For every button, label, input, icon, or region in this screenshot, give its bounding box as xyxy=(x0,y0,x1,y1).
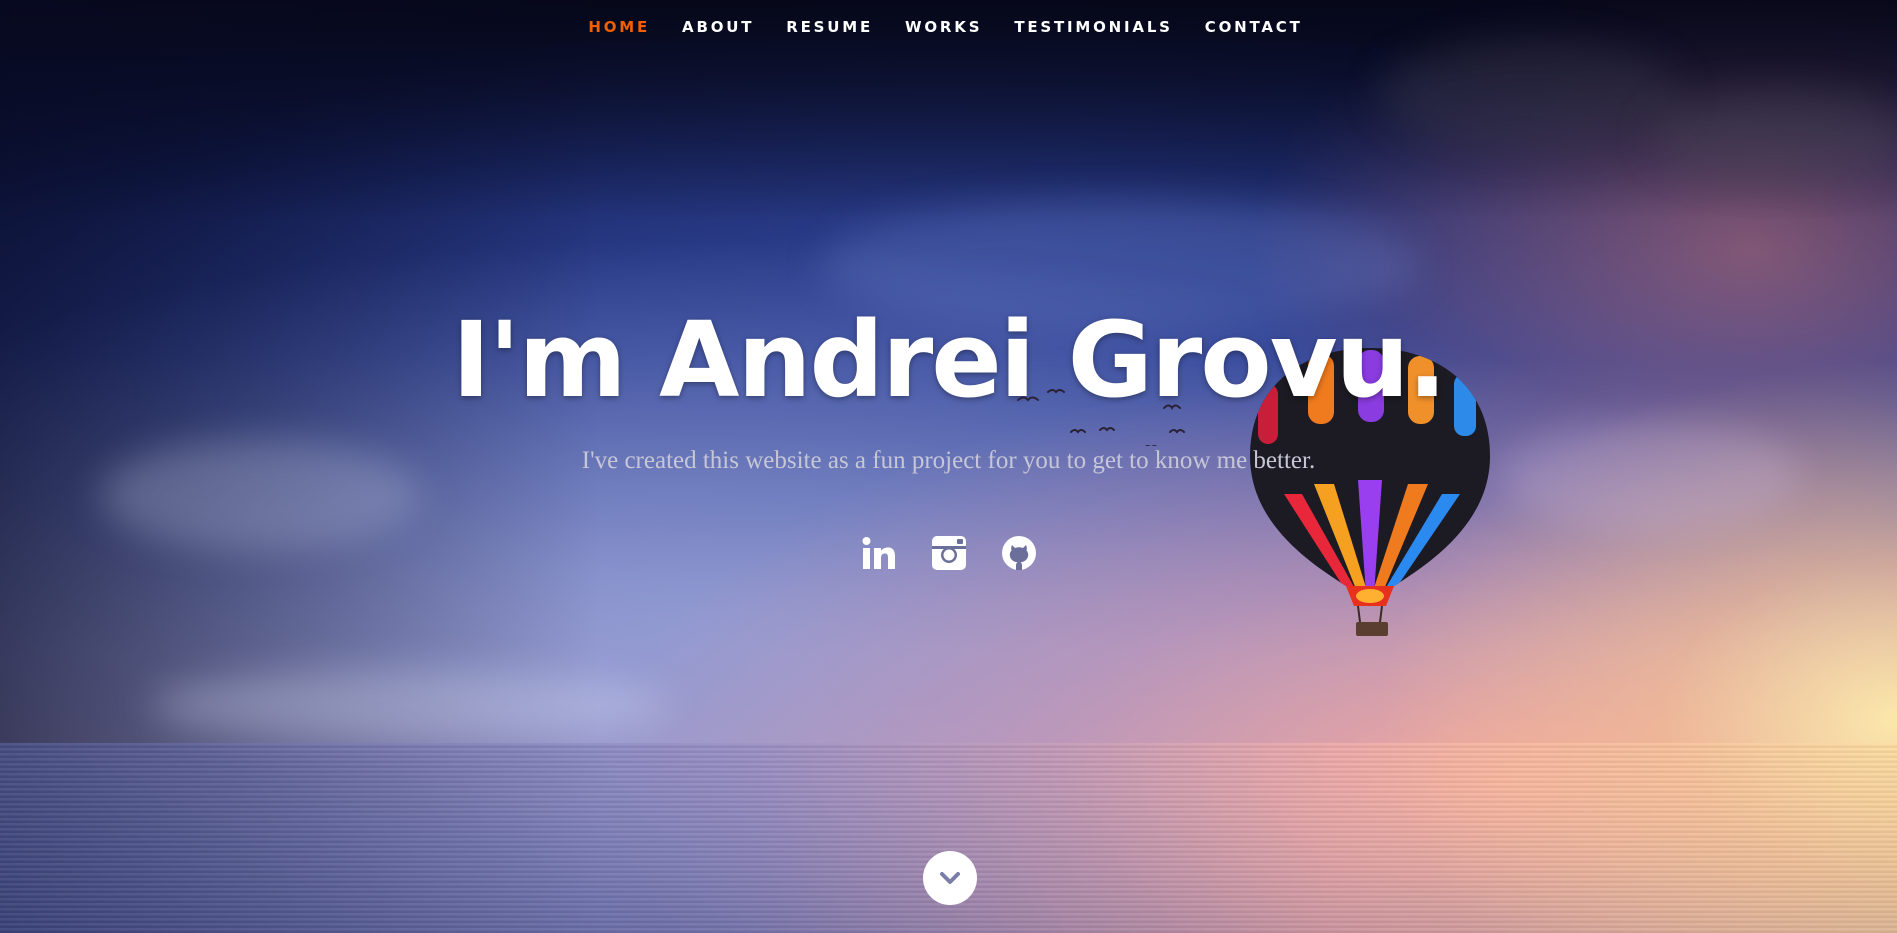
linkedin-icon xyxy=(862,537,895,569)
hero-title: I'm Andrei Grovu. xyxy=(451,299,1447,421)
linkedin-link[interactable] xyxy=(861,535,897,571)
nav-item-works[interactable]: WORKS xyxy=(889,0,998,54)
hero-subtitle: I've created this website as a fun proje… xyxy=(581,447,1316,474)
github-link[interactable] xyxy=(1001,535,1037,571)
cloud xyxy=(1380,40,1680,150)
cloud xyxy=(1650,90,1897,180)
nav-item-about[interactable]: ABOUT xyxy=(666,0,770,54)
instagram-link[interactable] xyxy=(931,535,967,571)
instagram-icon xyxy=(931,536,966,570)
main-nav: HOME ABOUT RESUME WORKS TESTIMONIALS CON… xyxy=(0,0,1897,54)
nav-list: HOME ABOUT RESUME WORKS TESTIMONIALS CON… xyxy=(572,0,1318,54)
scroll-down-button[interactable] xyxy=(923,851,977,905)
nav-item-home[interactable]: HOME xyxy=(572,0,666,54)
cloud xyxy=(150,670,670,740)
birds xyxy=(1017,389,1185,446)
nav-item-resume[interactable]: RESUME xyxy=(770,0,889,54)
nav-item-testimonials[interactable]: TESTIMONIALS xyxy=(998,0,1188,54)
github-icon xyxy=(1001,536,1036,570)
social-links xyxy=(0,535,1897,571)
chevron-down-icon xyxy=(940,872,960,884)
nav-item-contact[interactable]: CONTACT xyxy=(1189,0,1319,54)
hero-section: HOME ABOUT RESUME WORKS TESTIMONIALS CON… xyxy=(0,0,1897,933)
